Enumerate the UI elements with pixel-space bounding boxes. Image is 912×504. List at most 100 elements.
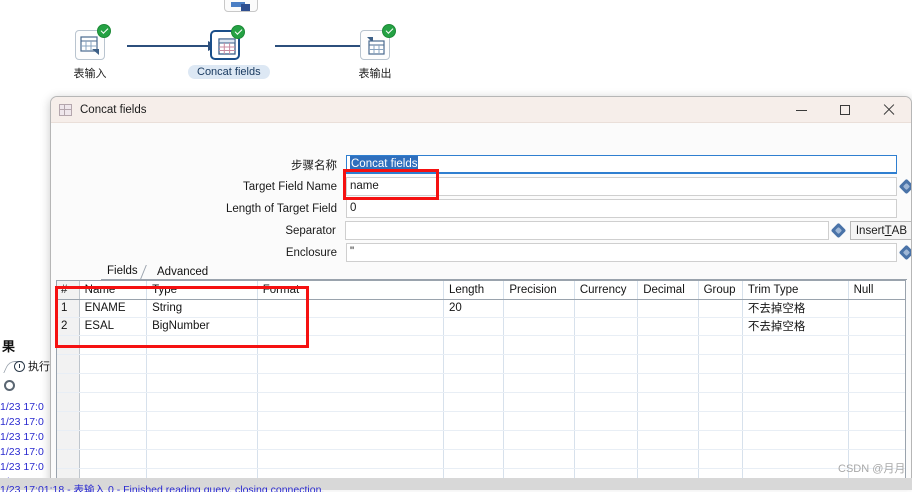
col-header-group[interactable]: Group bbox=[698, 281, 743, 300]
cell-length[interactable] bbox=[443, 430, 505, 450]
enclosure-input[interactable]: " bbox=[346, 243, 897, 262]
col-header-currency[interactable]: Currency bbox=[574, 281, 639, 300]
cell-group[interactable] bbox=[698, 335, 743, 355]
cell-format[interactable] bbox=[257, 299, 444, 318]
table-row-empty[interactable] bbox=[57, 449, 905, 469]
cell-name[interactable] bbox=[79, 430, 148, 450]
canvas-node-table-output[interactable]: 表输出 bbox=[338, 24, 412, 81]
cell-trim-type[interactable] bbox=[742, 354, 849, 374]
insert-tab-button[interactable]: Insert T AB bbox=[849, 221, 911, 240]
cell-trim-type[interactable]: 不去掉空格 bbox=[742, 299, 849, 318]
cell-decimal[interactable] bbox=[637, 430, 699, 450]
cell-length[interactable] bbox=[443, 317, 505, 336]
dialog-titlebar[interactable]: Concat fields bbox=[51, 97, 911, 123]
cell-trim-type[interactable] bbox=[742, 392, 849, 412]
cell-type[interactable] bbox=[146, 430, 258, 450]
cell-decimal[interactable] bbox=[637, 392, 699, 412]
table-row-empty[interactable] bbox=[57, 392, 905, 412]
cell-type[interactable]: String bbox=[146, 299, 258, 318]
cell-length[interactable] bbox=[443, 411, 505, 431]
cell-length[interactable] bbox=[443, 392, 505, 412]
cell-type[interactable] bbox=[146, 392, 258, 412]
cell-format[interactable] bbox=[257, 373, 444, 393]
step-name-input[interactable]: Concat fields bbox=[346, 155, 897, 174]
cell-trim-type[interactable] bbox=[742, 411, 849, 431]
cell-name[interactable] bbox=[79, 373, 148, 393]
table-row-empty[interactable] bbox=[57, 335, 905, 355]
cell-group[interactable] bbox=[698, 317, 743, 336]
gear-icon[interactable] bbox=[4, 380, 15, 391]
cell-trim-type[interactable] bbox=[742, 373, 849, 393]
cell-precision[interactable] bbox=[503, 373, 575, 393]
cell-length[interactable] bbox=[443, 354, 505, 374]
canvas-node-table-input[interactable]: 表输入 bbox=[53, 24, 127, 81]
canvas-node-concat-fields[interactable]: Concat fields bbox=[188, 25, 270, 80]
cell-null[interactable] bbox=[848, 299, 905, 318]
transformation-canvas[interactable]: 表输入 Concat fields 表输出 bbox=[0, 0, 912, 100]
table-row-empty[interactable] bbox=[57, 354, 905, 374]
variable-diamond-icon[interactable] bbox=[898, 178, 911, 195]
cell-name[interactable]: ESAL bbox=[79, 317, 148, 336]
table-row-empty[interactable] bbox=[57, 430, 905, 450]
separator-input[interactable] bbox=[344, 221, 829, 240]
cell-null[interactable] bbox=[848, 354, 905, 374]
col-header-format[interactable]: Format bbox=[257, 281, 444, 300]
cell-format[interactable] bbox=[257, 317, 444, 336]
cell-format[interactable] bbox=[257, 392, 444, 412]
target-field-name-input[interactable]: name bbox=[346, 177, 897, 196]
close-button[interactable] bbox=[867, 97, 911, 123]
cell-group[interactable] bbox=[698, 411, 743, 431]
cell-trim-type[interactable]: 不去掉空格 bbox=[742, 317, 849, 336]
cell-format[interactable] bbox=[257, 335, 444, 355]
cell-decimal[interactable] bbox=[637, 299, 699, 318]
variable-diamond-icon[interactable] bbox=[898, 244, 911, 261]
col-header-trim-type[interactable]: Trim Type bbox=[742, 281, 849, 300]
col-header-length[interactable]: Length bbox=[443, 281, 505, 300]
cell-decimal[interactable] bbox=[637, 335, 699, 355]
cell-precision[interactable] bbox=[503, 392, 575, 412]
cell-format[interactable] bbox=[257, 411, 444, 431]
cell-type[interactable] bbox=[146, 411, 258, 431]
cell-format[interactable] bbox=[257, 354, 444, 374]
cell-trim-type[interactable] bbox=[742, 449, 849, 469]
cell-decimal[interactable] bbox=[637, 354, 699, 374]
table-row[interactable]: 2 ESAL BigNumber 不去掉空格 bbox=[57, 317, 905, 336]
col-header-num[interactable]: # bbox=[57, 281, 80, 300]
table-row[interactable]: 1 ENAME String 20 不去掉空格 bbox=[57, 299, 905, 318]
cell-type[interactable]: BigNumber bbox=[146, 317, 258, 336]
cell-precision[interactable] bbox=[503, 411, 575, 431]
cell-length[interactable] bbox=[443, 449, 505, 469]
cell-currency[interactable] bbox=[574, 335, 639, 355]
cell-group[interactable] bbox=[698, 299, 743, 318]
cell-precision[interactable] bbox=[503, 299, 575, 318]
cell-format[interactable] bbox=[257, 430, 444, 450]
cell-currency[interactable] bbox=[574, 299, 639, 318]
cell-currency[interactable] bbox=[574, 354, 639, 374]
length-of-target-field-input[interactable]: 0 bbox=[346, 199, 897, 218]
variable-diamond-icon[interactable] bbox=[830, 222, 847, 239]
tab-fields[interactable]: Fields bbox=[101, 263, 144, 280]
cell-length[interactable] bbox=[443, 335, 505, 355]
col-header-type[interactable]: Type bbox=[146, 281, 258, 300]
cell-name[interactable] bbox=[79, 392, 148, 412]
cell-precision[interactable] bbox=[503, 317, 575, 336]
cell-null[interactable] bbox=[848, 317, 905, 336]
cell-length[interactable] bbox=[443, 373, 505, 393]
cell-type[interactable] bbox=[146, 335, 258, 355]
cell-group[interactable] bbox=[698, 430, 743, 450]
cell-group[interactable] bbox=[698, 373, 743, 393]
cell-currency[interactable] bbox=[574, 411, 639, 431]
cell-length[interactable]: 20 bbox=[443, 299, 505, 318]
cell-name[interactable] bbox=[79, 449, 148, 469]
cell-precision[interactable] bbox=[503, 354, 575, 374]
cell-precision[interactable] bbox=[503, 430, 575, 450]
fields-grid[interactable]: # Name Type Format Length Precision Curr… bbox=[56, 280, 906, 483]
cell-precision[interactable] bbox=[503, 335, 575, 355]
cell-decimal[interactable] bbox=[637, 373, 699, 393]
cell-precision[interactable] bbox=[503, 449, 575, 469]
minimize-button[interactable] bbox=[779, 97, 823, 123]
table-row-empty[interactable] bbox=[57, 373, 905, 393]
toolbar-icon-partial[interactable] bbox=[224, 0, 258, 12]
cell-trim-type[interactable] bbox=[742, 335, 849, 355]
cell-type[interactable] bbox=[146, 373, 258, 393]
